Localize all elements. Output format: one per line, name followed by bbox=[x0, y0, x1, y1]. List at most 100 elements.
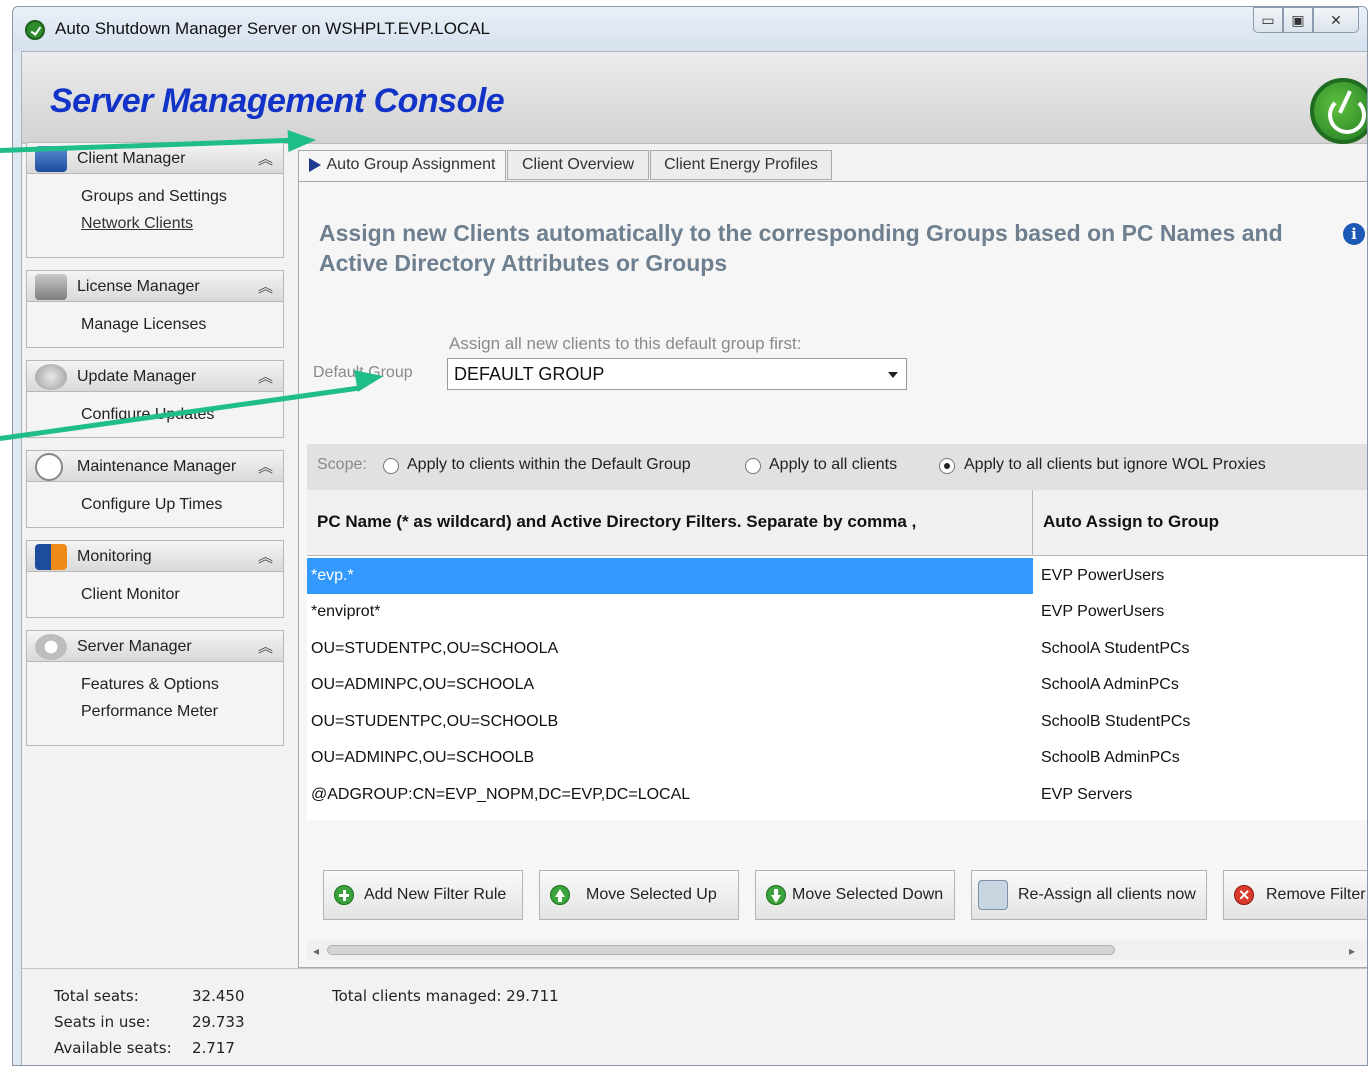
collapse-icon[interactable]: ︽ bbox=[258, 456, 273, 477]
tab-auto-group-assignment[interactable]: Auto Group Assignment bbox=[298, 150, 506, 182]
collapse-icon[interactable]: ︽ bbox=[258, 276, 273, 297]
sidebar-group-body: Configure Up Times bbox=[26, 482, 284, 528]
sidebar-group-label: Server Manager bbox=[77, 638, 192, 655]
client-area: Server Management Console Client Manager… bbox=[21, 51, 1367, 1065]
radio-label: Apply to clients within the Default Grou… bbox=[407, 456, 691, 473]
collapse-icon[interactable]: ︽ bbox=[258, 148, 273, 169]
table-row[interactable]: OU=STUDENTPC,OU=SCHOOLB SchoolB StudentP… bbox=[307, 704, 1367, 740]
table-row[interactable]: @ADGROUP:CN=EVP_NOPM,DC=EVP,DC=LOCAL EVP… bbox=[307, 777, 1367, 813]
sidebar-group-body: Features & Options Performance Meter bbox=[26, 662, 284, 746]
license-icon bbox=[35, 274, 67, 300]
button-label: Move Selected Up bbox=[586, 886, 717, 903]
group-cell[interactable]: SchoolA AdminPCs bbox=[1041, 667, 1367, 703]
sidebar: Client Manager ︽ Groups and Settings Net… bbox=[26, 142, 284, 962]
column-header-filter[interactable]: PC Name (* as wildcard) and Active Direc… bbox=[307, 490, 1033, 556]
sidebar-group-body: Groups and Settings Network Clients bbox=[26, 174, 284, 258]
add-filter-rule-button[interactable]: Add New Filter Rule bbox=[323, 870, 523, 920]
radio-ignore-wol-proxies[interactable] bbox=[939, 458, 955, 474]
maximize-button[interactable]: ▣ bbox=[1283, 7, 1313, 33]
minimize-button[interactable]: ▭ bbox=[1253, 7, 1283, 33]
callout-arrow-head bbox=[287, 129, 317, 152]
chevron-down-icon bbox=[888, 372, 898, 378]
group-cell[interactable]: EVP PowerUsers bbox=[1041, 594, 1367, 630]
seats-in-use-label: Seats in use: bbox=[54, 1013, 151, 1031]
sidebar-group-maintenance-manager[interactable]: Maintenance Manager ︽ bbox=[26, 450, 284, 482]
filter-table: PC Name (* as wildcard) and Active Direc… bbox=[307, 490, 1367, 820]
collapse-icon[interactable]: ︽ bbox=[258, 636, 273, 657]
scrollbar-thumb[interactable] bbox=[327, 945, 1115, 955]
group-cell[interactable]: SchoolA StudentPCs bbox=[1041, 631, 1367, 667]
scroll-left-icon[interactable]: ◂ bbox=[313, 944, 319, 958]
add-icon bbox=[334, 885, 354, 905]
sidebar-group-server-manager[interactable]: Server Manager ︽ bbox=[26, 630, 284, 662]
default-group-hint: Assign all new clients to this default g… bbox=[449, 334, 802, 353]
sidebar-group-label: Update Manager bbox=[77, 368, 197, 385]
default-group-select[interactable]: DEFAULT GROUP bbox=[447, 358, 907, 390]
move-down-button[interactable]: Move Selected Down bbox=[755, 870, 955, 920]
filter-cell[interactable]: OU=STUDENTPC,OU=SCHOOLA bbox=[311, 631, 1031, 667]
filter-cell[interactable]: OU=ADMINPC,OU=SCHOOLB bbox=[311, 740, 1031, 776]
sidebar-item-network-clients[interactable]: Network Clients bbox=[81, 215, 193, 233]
move-up-button[interactable]: Move Selected Up bbox=[539, 870, 739, 920]
filter-cell[interactable]: OU=STUDENTPC,OU=SCHOOLB bbox=[311, 704, 1031, 740]
window-title: Auto Shutdown Manager Server on WSHPLT.E… bbox=[55, 19, 490, 38]
sidebar-group-monitoring[interactable]: Monitoring ︽ bbox=[26, 540, 284, 572]
filter-cell[interactable]: *enviprot* bbox=[311, 594, 1031, 630]
update-icon bbox=[35, 364, 67, 390]
tab-client-overview[interactable]: Client Overview bbox=[507, 150, 649, 180]
arrow-up-icon bbox=[550, 885, 570, 905]
clock-icon bbox=[35, 453, 63, 481]
sidebar-item-groups-and-settings[interactable]: Groups and Settings bbox=[81, 188, 227, 206]
sidebar-item-performance-meter[interactable]: Performance Meter bbox=[81, 703, 218, 721]
sidebar-group-label: Monitoring bbox=[77, 548, 152, 565]
scope-bar: Scope: Apply to clients within the Defau… bbox=[307, 444, 1367, 490]
tab-client-energy-profiles[interactable]: Client Energy Profiles bbox=[650, 150, 832, 180]
sidebar-group-license-manager[interactable]: License Manager ︽ bbox=[26, 270, 284, 302]
scope-label: Scope: bbox=[317, 456, 367, 473]
monitoring-icon bbox=[35, 544, 67, 570]
table-row[interactable]: *enviprot* EVP PowerUsers bbox=[307, 594, 1367, 630]
sidebar-item-manage-licenses[interactable]: Manage Licenses bbox=[81, 316, 206, 334]
sidebar-item-features-options[interactable]: Features & Options bbox=[81, 676, 219, 694]
scroll-right-icon[interactable]: ▸ bbox=[1349, 944, 1355, 958]
radio-default-group[interactable] bbox=[383, 458, 399, 474]
collapse-icon[interactable]: ︽ bbox=[258, 366, 273, 387]
search-computer-icon bbox=[978, 880, 1008, 910]
filter-cell[interactable]: OU=ADMINPC,OU=SCHOOLA bbox=[311, 667, 1031, 703]
available-seats-label: Available seats: bbox=[54, 1039, 172, 1057]
table-row[interactable]: *evp.* EVP PowerUsers bbox=[307, 558, 1367, 594]
sidebar-item-client-monitor[interactable]: Client Monitor bbox=[81, 586, 180, 604]
info-icon[interactable]: i bbox=[1343, 223, 1365, 245]
button-label: Move Selected Down bbox=[792, 886, 944, 903]
reassign-clients-button[interactable]: Re-Assign all clients now bbox=[971, 870, 1207, 920]
default-group-value: DEFAULT GROUP bbox=[454, 364, 605, 384]
column-header-group[interactable]: Auto Assign to Group bbox=[1033, 490, 1367, 556]
panel-headline: Assign new Clients automatically to the … bbox=[319, 220, 1283, 276]
status-area: Total seats: 32.450 Seats in use: 29.733… bbox=[22, 968, 1367, 1065]
group-cell[interactable]: SchoolB StudentPCs bbox=[1041, 704, 1367, 740]
button-label: Remove Filter bbox=[1266, 886, 1366, 903]
remove-icon bbox=[1234, 871, 1254, 919]
radio-all-clients[interactable] bbox=[745, 458, 761, 474]
filter-cell[interactable]: @ADGROUP:CN=EVP_NOPM,DC=EVP,DC=LOCAL bbox=[311, 777, 1031, 813]
sidebar-group-update-manager[interactable]: Update Manager ︽ bbox=[26, 360, 284, 392]
header: Server Management Console bbox=[22, 52, 1367, 144]
arrow-down-icon bbox=[766, 885, 786, 905]
app-icon bbox=[25, 20, 45, 40]
table-row[interactable]: OU=ADMINPC,OU=SCHOOLA SchoolA AdminPCs bbox=[307, 667, 1367, 703]
remove-filter-button[interactable]: Remove Filter bbox=[1223, 870, 1367, 920]
collapse-icon[interactable]: ︽ bbox=[258, 546, 273, 567]
app-window: Auto Shutdown Manager Server on WSHPLT.E… bbox=[12, 6, 1368, 1066]
table-row[interactable]: OU=STUDENTPC,OU=SCHOOLA SchoolA StudentP… bbox=[307, 631, 1367, 667]
sidebar-group-label: License Manager bbox=[77, 278, 200, 295]
group-cell[interactable]: EVP Servers bbox=[1041, 777, 1367, 813]
button-label: Add New Filter Rule bbox=[364, 886, 507, 903]
filter-cell[interactable]: *evp.* bbox=[307, 558, 1033, 594]
group-cell[interactable]: EVP PowerUsers bbox=[1041, 558, 1367, 594]
seats-in-use-value: 29.733 bbox=[192, 1013, 245, 1031]
sidebar-item-configure-up-times[interactable]: Configure Up Times bbox=[81, 496, 222, 514]
horizontal-scrollbar[interactable]: ◂ ▸ bbox=[307, 940, 1367, 960]
close-button[interactable]: ✕ bbox=[1313, 7, 1359, 33]
table-row[interactable]: OU=ADMINPC,OU=SCHOOLB SchoolB AdminPCs bbox=[307, 740, 1367, 776]
group-cell[interactable]: SchoolB AdminPCs bbox=[1041, 740, 1367, 776]
